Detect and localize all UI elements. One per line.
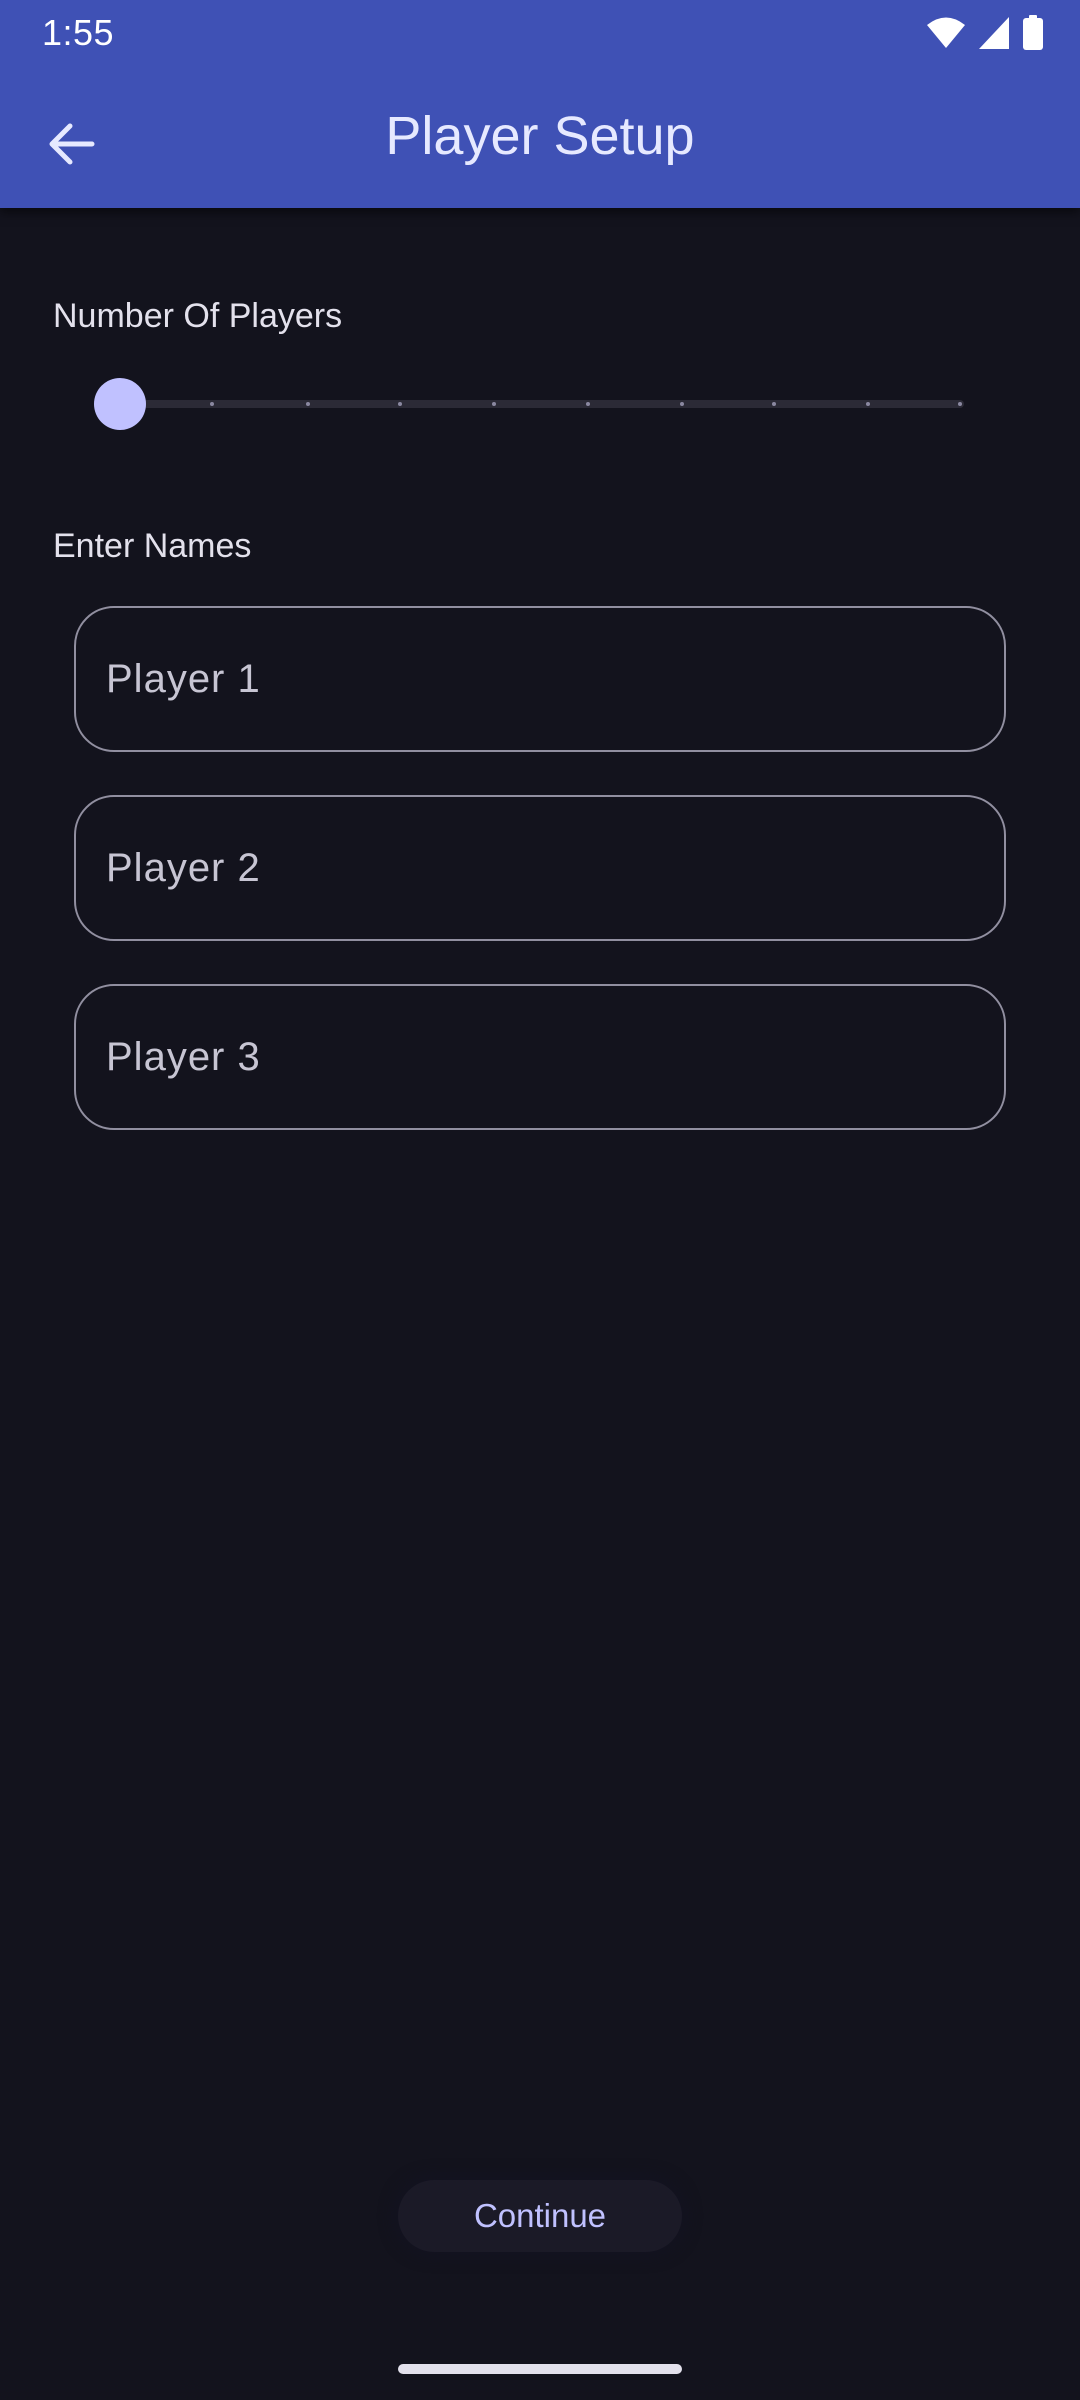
cell-signal-icon xyxy=(978,16,1010,50)
status-bar: 1:55 xyxy=(0,0,1080,64)
slider-thumb[interactable] xyxy=(94,378,146,430)
slider-tick xyxy=(306,402,310,406)
battery-icon xyxy=(1022,15,1044,51)
slider-tick xyxy=(586,402,590,406)
slider-tick xyxy=(680,402,684,406)
enter-names-label: Enter Names xyxy=(53,527,252,565)
number-of-players-label: Number Of Players xyxy=(53,297,343,335)
player-count-slider[interactable] xyxy=(92,378,972,430)
slider-tick xyxy=(866,402,870,406)
slider-tick xyxy=(492,402,496,406)
player-3-name-field[interactable] xyxy=(74,984,1006,1130)
slider-tick xyxy=(210,402,214,406)
player-1-name-input[interactable] xyxy=(106,608,966,750)
continue-button[interactable]: Continue xyxy=(398,2180,682,2252)
slider-tick xyxy=(958,402,962,406)
player-setup-screen: 1:55 Player Setup Number Of Players Ente… xyxy=(0,0,1080,2400)
player-2-name-field[interactable] xyxy=(74,795,1006,941)
status-icons xyxy=(926,14,1044,52)
wifi-icon xyxy=(926,16,966,50)
player-3-name-input[interactable] xyxy=(106,986,966,1128)
top-bar: 1:55 Player Setup xyxy=(0,0,1080,208)
player-2-name-input[interactable] xyxy=(106,797,966,939)
page-title: Player Setup xyxy=(385,106,695,166)
slider-track xyxy=(120,400,964,408)
home-indicator[interactable] xyxy=(398,2364,682,2374)
player-1-name-field[interactable] xyxy=(74,606,1006,752)
status-time: 1:55 xyxy=(42,12,115,53)
slider-tick xyxy=(398,402,402,406)
slider-tick xyxy=(772,402,776,406)
app-bar: Player Setup xyxy=(0,64,1080,208)
